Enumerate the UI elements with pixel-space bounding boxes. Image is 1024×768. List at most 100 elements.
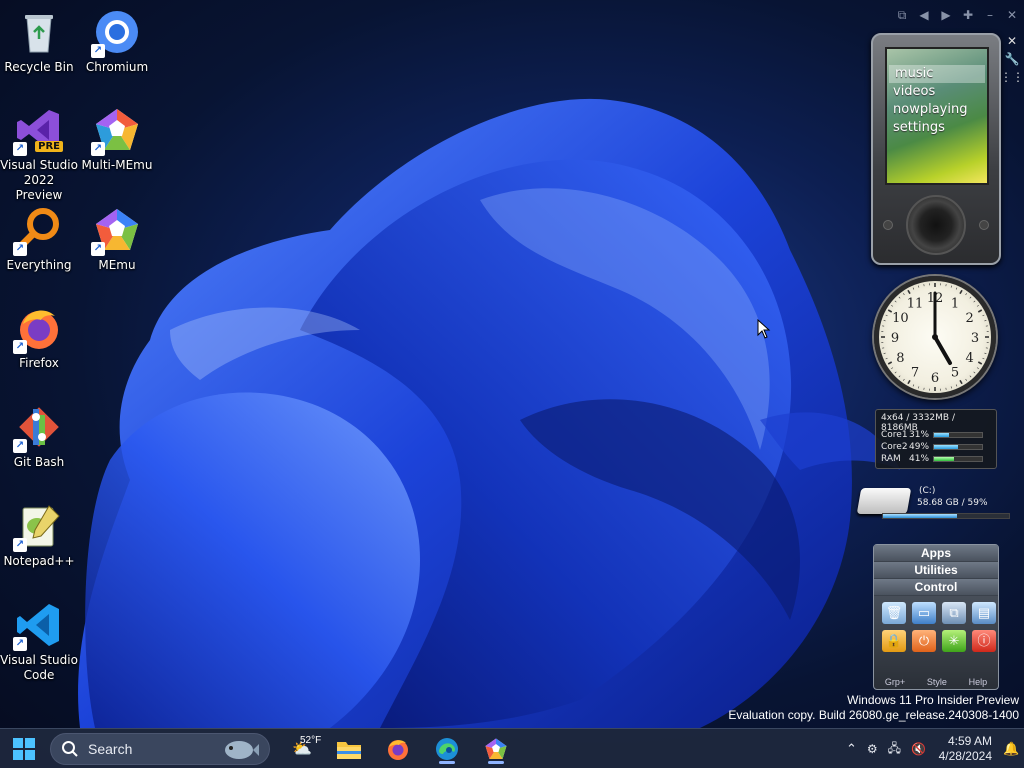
clock-numeral: 1: [951, 296, 959, 311]
notification-bell-icon: 🔔: [1003, 741, 1020, 756]
recycle-icon[interactable]: 🗑: [882, 602, 906, 624]
wrench-icon[interactable]: 🔧: [1005, 52, 1020, 66]
icon-label: Visual Studio 2022 Preview: [0, 158, 78, 202]
shortcut-arrow-icon: ↗: [91, 44, 105, 58]
taskbar-app-edge[interactable]: [431, 733, 463, 765]
prev-icon[interactable]: ◀: [916, 8, 932, 22]
launcher-tab-apps[interactable]: Apps: [874, 545, 998, 562]
zune-menu-settings[interactable]: settings: [887, 119, 987, 137]
cpu-row-value: 31%: [909, 430, 930, 440]
shortcut-arrow-icon: ↗: [13, 538, 27, 552]
add-gadget-icon[interactable]: ✚: [960, 8, 976, 22]
launcher-tab-utilities[interactable]: Utilities: [874, 562, 998, 579]
zune-play-button[interactable]: [979, 220, 989, 230]
icon-label: Recycle Bin: [4, 60, 74, 74]
restart-icon[interactable]: ✳: [942, 630, 966, 652]
icon-label: Visual Studio Code: [0, 653, 78, 682]
desktop-icon-memu[interactable]: ↗ MEmu: [78, 206, 156, 273]
drive-icon[interactable]: ▭: [912, 602, 936, 624]
zune-gadget[interactable]: music videos nowplaying settings: [871, 33, 1001, 265]
desktop-icon-chromium[interactable]: ↗ Chromium: [78, 8, 156, 75]
clock-tick: [883, 352, 886, 354]
taskbar-time: 4:59 AM: [947, 734, 992, 748]
clock-tick: [898, 375, 901, 378]
file-explorer-icon: [337, 742, 361, 759]
cpu-row-name: Core1: [881, 430, 908, 440]
clock-numeral: 7: [911, 366, 919, 381]
clock-tick: [891, 367, 894, 369]
network-icon[interactable]: ⧉: [942, 602, 966, 624]
launcher-grp-button[interactable]: Grp+: [885, 677, 905, 687]
desktop-icon-vscode[interactable]: ↗ Visual Studio Code: [0, 601, 78, 683]
next-icon[interactable]: ▶: [938, 8, 954, 22]
network-icon[interactable]: 🖧: [888, 739, 901, 760]
taskbar-search-box[interactable]: Search: [50, 733, 270, 765]
weather-temp: 52°F: [300, 735, 322, 746]
icon-label: Firefox: [19, 356, 59, 370]
notepad-plus-plus-icon: ↗: [13, 502, 63, 552]
gadget-toolbar: ⧉ ◀ ▶ ✚ – ✕: [880, 4, 1020, 26]
power-icon[interactable]: ⏻: [912, 630, 936, 652]
close-gadget-icon[interactable]: ✕: [1007, 34, 1017, 48]
zune-menu-music[interactable]: music: [889, 65, 985, 83]
zune-menu-nowplaying[interactable]: nowplaying: [887, 101, 987, 119]
desktop-icon-firefox[interactable]: ↗ Firefox: [0, 304, 78, 371]
vscode-icon: ↗: [13, 601, 63, 651]
clock-tick: [969, 296, 972, 299]
launcher-help-button[interactable]: Help: [969, 677, 988, 687]
desktop-icon-git-bash[interactable]: ↗ Git Bash: [0, 403, 78, 470]
memu-icon: [485, 738, 507, 759]
clock-date-area[interactable]: 4:59 AM 4/28/2024: [938, 729, 992, 768]
clock-tick: [982, 357, 985, 360]
zune-wheel[interactable]: [906, 195, 966, 255]
watermark-build: Evaluation copy. Build 26080.ge_release.…: [728, 708, 1019, 722]
show-hidden-icons-chevron-icon[interactable]: ⌃: [846, 741, 857, 757]
taskbar-app-firefox[interactable]: [382, 733, 414, 765]
zune-back-button[interactable]: [883, 220, 893, 230]
shutdown-icon[interactable]: ⓘ: [972, 630, 996, 652]
weather-widget[interactable]: ⛅ 52°F: [282, 733, 322, 765]
clock-tick: [973, 300, 976, 303]
drive-info: 58.68 GB / 59%: [917, 498, 988, 508]
clock-tick: [885, 314, 888, 317]
notifications-button[interactable]: 🔔: [1003, 729, 1019, 768]
desktop-icon-notepad-plus-plus[interactable]: ↗ Notepad++: [0, 502, 78, 569]
desktop-icon-multi-memu[interactable]: ↗ Multi-MEmu: [78, 106, 156, 173]
desktop-icon-recycle-bin[interactable]: Recycle Bin: [0, 8, 78, 75]
cpu-meter-gadget: 4x64 / 3332MB / 8186MB Core1 31% Core2 4…: [875, 409, 997, 469]
drive-meter-gadget: (C:) 58.68 GB / 59%: [856, 484, 1013, 524]
clock-hour-hand: [933, 335, 952, 365]
clock-numeral: 10: [892, 311, 909, 326]
cpu-usage-bar: [933, 444, 983, 450]
restore-icon[interactable]: ⧉: [894, 8, 910, 23]
taskbar-app-memu[interactable]: [480, 733, 512, 765]
taskbar-app-file-explorer[interactable]: [333, 733, 365, 765]
launcher-style-button[interactable]: Style: [927, 677, 947, 687]
app-tray-icon[interactable]: ⚙: [867, 742, 878, 756]
zune-menu-videos[interactable]: videos: [887, 83, 987, 101]
launcher-tab-control[interactable]: Control: [874, 579, 998, 596]
zune-screen: music videos nowplaying settings: [885, 47, 989, 185]
desktop-icon-everything[interactable]: ↗ Everything: [0, 206, 78, 273]
close-icon[interactable]: ✕: [1004, 8, 1020, 22]
clock-tick: [977, 361, 983, 365]
volume-muted-icon[interactable]: 🔇: [911, 742, 926, 756]
cpu-usage-fill: [934, 433, 949, 437]
clock-tick: [912, 384, 915, 387]
clock-numeral: 2: [966, 311, 974, 326]
drag-handle-icon[interactable]: ⋮⋮: [1000, 70, 1024, 84]
display-icon[interactable]: ▤: [972, 602, 996, 624]
clock-tick: [903, 293, 905, 296]
clock-tick: [894, 300, 897, 303]
lock-icon[interactable]: 🔒: [882, 630, 906, 652]
clock-tick: [973, 371, 976, 374]
icon-label: MEmu: [98, 258, 136, 272]
cpu-row: Core1 31%: [881, 429, 991, 441]
drive-usage-bar: [882, 513, 1010, 519]
desktop-icon-visual-studio-preview[interactable]: PRE ↗ Visual Studio 2022 Preview: [0, 106, 78, 203]
start-button[interactable]: [8, 733, 40, 765]
clock-center-pin: [932, 334, 938, 340]
minimize-icon[interactable]: –: [982, 8, 998, 22]
clock-numeral: 9: [891, 331, 899, 346]
analog-clock-gadget: 123456789101112: [874, 276, 996, 398]
